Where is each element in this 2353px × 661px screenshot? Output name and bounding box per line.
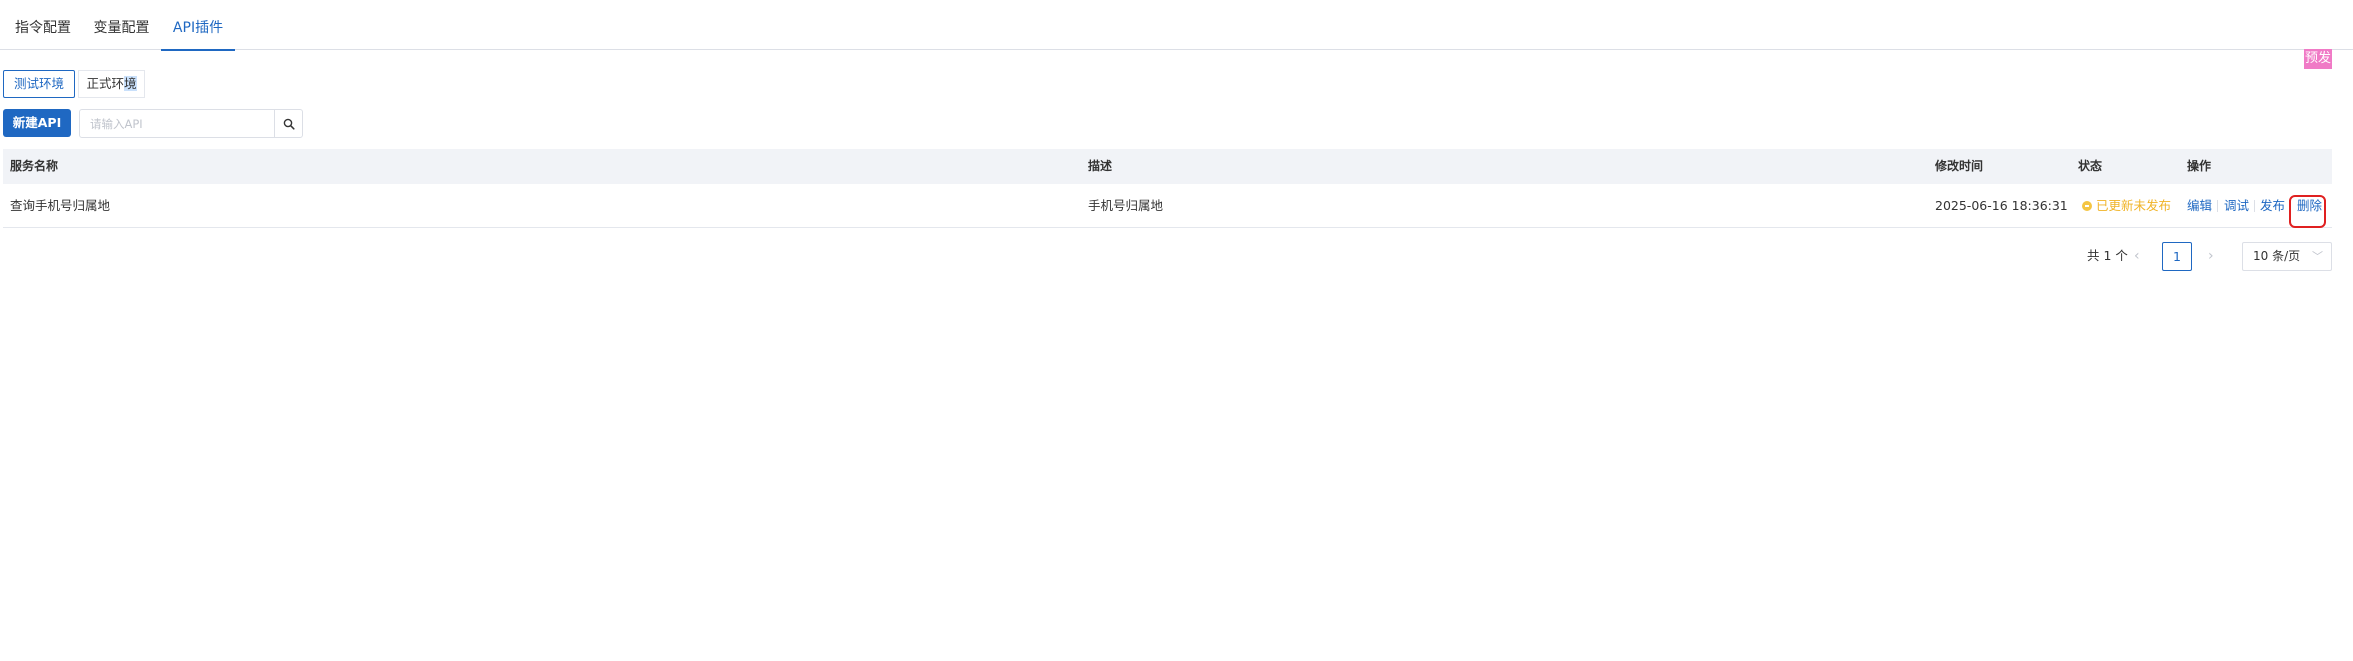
env-prod-label: 正式环 [86, 76, 124, 91]
chevron-right-icon[interactable]: › [2208, 247, 2214, 265]
search-icon [283, 118, 295, 130]
column-header-desc: 描述 [1088, 159, 1113, 173]
chevron-left-icon[interactable]: ‹ [2134, 247, 2140, 265]
env-test-button[interactable]: 测试环境 [3, 70, 75, 98]
env-badge: 预发 [2304, 49, 2332, 69]
column-header-modified: 修改时间 [1935, 159, 1984, 173]
publish-button[interactable]: 发布 [2260, 184, 2285, 228]
debug-button[interactable]: 调试 [2224, 184, 2249, 228]
status-text: 已更新未发布 [2096, 198, 2172, 213]
search-button[interactable] [274, 110, 302, 137]
delete-button[interactable]: 删除 [2297, 184, 2322, 228]
column-header-name: 服务名称 [10, 159, 59, 173]
search-input[interactable] [80, 110, 276, 137]
action-divider [2290, 200, 2291, 212]
api-table: 服务名称 描述 修改时间 状态 操作 查询手机号归属地 手机号归属地 2025-… [3, 149, 2332, 228]
cell-description: 手机号归属地 [1088, 198, 1164, 213]
env-prod-label-highlight: 境 [124, 76, 137, 91]
edit-button[interactable]: 编辑 [2187, 184, 2212, 228]
chevron-down-icon: ﹀ [2312, 250, 2323, 263]
cell-modified-time: 2025-06-16 18:36:31 [1935, 198, 2068, 213]
action-divider [2217, 200, 2218, 212]
column-header-actions: 操作 [2187, 159, 2212, 173]
page-size-value: 10 条/页 [2253, 249, 2301, 263]
tab-bar: 指令配置 变量配置 API插件 [0, 0, 2353, 51]
tab-command-config[interactable]: 指令配置 [8, 0, 78, 50]
table-row: 查询手机号归属地 手机号归属地 2025-06-16 18:36:31 已更新未… [3, 184, 2332, 228]
tab-api-plugin[interactable]: API插件 [161, 0, 235, 51]
page-size-select[interactable]: 10 条/页 ﹀ [2242, 242, 2332, 271]
table-header: 服务名称 描述 修改时间 状态 操作 [3, 149, 2332, 184]
action-divider [2254, 200, 2255, 212]
status-badge: 已更新未发布 [2082, 184, 2171, 228]
search-box [79, 109, 303, 138]
pagination-page-1[interactable]: 1 [2162, 242, 2192, 271]
warning-dot-icon [2082, 201, 2092, 211]
cell-service-name: 查询手机号归属地 [10, 198, 111, 213]
new-api-button[interactable]: 新建API [3, 109, 71, 137]
tab-variable-config[interactable]: 变量配置 [86, 0, 157, 50]
column-header-status: 状态 [2078, 159, 2103, 173]
pagination-total: 共 1 个 [2087, 248, 2128, 263]
env-prod-button[interactable]: 正式环境 [78, 70, 145, 98]
